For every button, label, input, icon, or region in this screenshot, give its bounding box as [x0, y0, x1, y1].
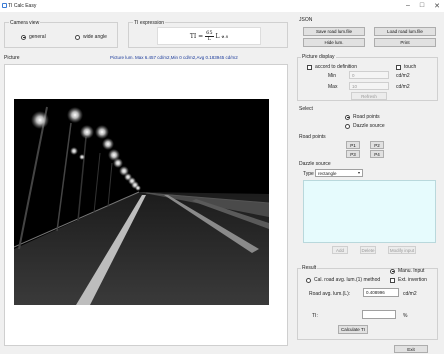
save-road-lum-button[interactable]: Save road lum.file — [303, 27, 365, 36]
max-label: Max — [328, 84, 338, 90]
dazzle-type-select[interactable]: rectangle ▾ — [315, 169, 363, 177]
p4-button[interactable]: P4 — [370, 150, 384, 158]
exit-button[interactable]: Exit — [394, 345, 428, 353]
road-points-title: Road points — [299, 134, 326, 140]
road-avg-label: Road avg. lum.(L): — [309, 291, 351, 297]
road-avg-unit: cd/m2 — [403, 291, 417, 297]
minimize-icon[interactable]: – — [406, 2, 410, 10]
close-icon[interactable]: ✕ — [434, 2, 440, 10]
ti-unit: % — [403, 313, 408, 319]
max-unit: cd/m2 — [396, 84, 410, 90]
json-title: JSON — [299, 17, 313, 23]
add-button[interactable]: Add — [332, 246, 348, 254]
road-image[interactable] — [14, 99, 269, 305]
result-group: Result Cal. road avg. lum.(1) method Man… — [297, 265, 438, 340]
dazzle-source-radio[interactable]: Dazzle source — [345, 123, 385, 129]
picture-title: Picture — [4, 55, 20, 61]
ti-expression-group: TI expression TI = 65 L Lv 0.8 — [128, 20, 288, 48]
picture-stats: Picture lum. Max 6.457 cd/m2,Min 0 cd/m2… — [110, 55, 238, 60]
accord-definition-checkbox[interactable]: accord to definition — [307, 64, 357, 70]
title-bar: TI Calc Easy – □ ✕ — [0, 0, 444, 12]
dazzle-type-label: Type — [303, 171, 314, 177]
ext-invertion-checkbox[interactable]: Ext. invertion — [390, 277, 427, 283]
cal-method-radio[interactable]: Cal. road avg. lum.(1) method — [306, 277, 380, 283]
print-button[interactable]: Print — [374, 38, 436, 47]
window-title: TI Calc Easy — [8, 3, 37, 9]
min-label: Min — [328, 73, 337, 79]
road-points-radio[interactable]: Road points — [345, 114, 380, 120]
p3-button[interactable]: P3 — [346, 150, 360, 158]
ti-expression-title: TI expression — [133, 20, 166, 26]
p2-button[interactable]: P2 — [370, 141, 384, 149]
camera-wide-radio[interactable]: wide angle — [75, 34, 107, 40]
min-unit: cd/m2 — [396, 73, 410, 79]
app-icon — [2, 3, 7, 8]
hide-lum-button[interactable]: Hide lum. — [303, 38, 365, 47]
delete-button[interactable]: Delete — [360, 246, 376, 254]
modify-input-button[interactable]: Modify input — [388, 246, 416, 254]
touch-checkbox[interactable]: touch — [396, 64, 416, 70]
calculate-ti-button[interactable]: Calculate TI — [338, 325, 368, 334]
maximize-icon[interactable]: □ — [420, 2, 424, 10]
picture-display-title: Picture display — [301, 54, 336, 60]
ti-output — [362, 310, 396, 319]
dazzle-source-title: Dazzle source — [299, 161, 331, 167]
refresh-button[interactable]: Refresh — [351, 92, 387, 100]
manual-input-radio[interactable]: Manu. Input — [390, 268, 424, 274]
camera-view-group: Camera view general wide angle — [4, 20, 118, 48]
dazzle-source-list[interactable] — [303, 180, 436, 243]
p1-button[interactable]: P1 — [346, 141, 360, 149]
road-avg-input[interactable]: 0.408996 — [363, 288, 399, 297]
select-title: Select — [299, 106, 313, 112]
camera-general-radio[interactable]: general — [21, 34, 46, 40]
result-title: Result — [301, 265, 318, 271]
camera-view-title: Camera view — [9, 20, 41, 26]
load-road-lum-button[interactable]: Load road lum.file — [374, 27, 436, 36]
picture-display-group: Picture display accord to definition tou… — [297, 54, 438, 101]
chevron-down-icon: ▾ — [357, 170, 360, 175]
ti-formula: TI = 65 L Lv 0.8 — [157, 27, 261, 45]
max-input[interactable]: 10 — [349, 82, 389, 90]
min-input[interactable]: 0 — [349, 71, 389, 79]
ti-label: TI: — [312, 313, 318, 319]
